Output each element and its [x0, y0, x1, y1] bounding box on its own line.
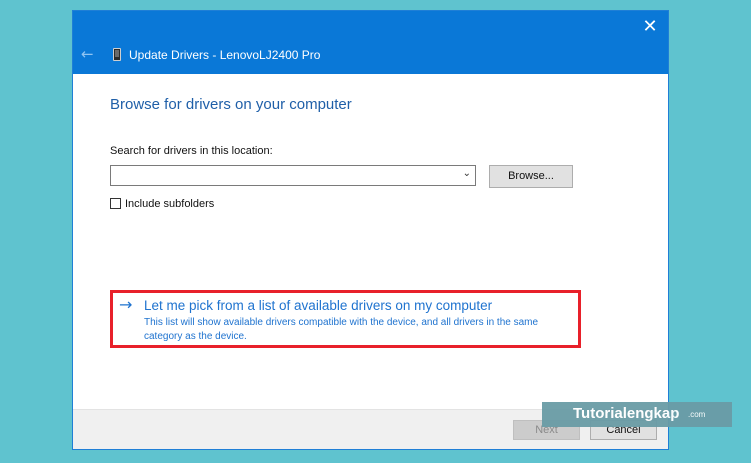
pick-from-list-option[interactable]: → Let me pick from a list of available d… [110, 290, 581, 348]
chevron-down-icon[interactable]: ⌄ [463, 168, 471, 179]
include-subfolders-label[interactable]: Include subfolders [125, 197, 214, 211]
arrow-right-icon: → [119, 295, 133, 314]
include-subfolders-checkbox[interactable] [110, 198, 121, 209]
pick-from-list-title[interactable]: Let me pick from a list of available dri… [144, 297, 492, 315]
window-title: Update Drivers - LenovoLJ2400 Pro [129, 48, 321, 62]
search-location-label: Search for drivers in this location: [110, 145, 273, 157]
title-bar: ✕ ← Update Drivers - LenovoLJ2400 Pro [73, 11, 668, 74]
back-arrow-icon[interactable]: ← [81, 46, 97, 62]
watermark-text: Tutorialengkap [573, 405, 680, 422]
printer-device-icon [113, 48, 121, 61]
search-location-combobox[interactable]: ⌄ [110, 165, 476, 186]
pick-from-list-description: This list will show available drivers co… [144, 317, 539, 342]
page-title: Browse for drivers on your computer [110, 96, 352, 113]
update-drivers-dialog: ✕ ← Update Drivers - LenovoLJ2400 Pro Br… [72, 10, 669, 450]
site-watermark: Tutorialengkap .com [542, 402, 732, 427]
browse-button[interactable]: Browse... [489, 165, 573, 188]
close-icon[interactable]: ✕ [640, 17, 660, 37]
watermark-tld: .com [688, 410, 706, 419]
